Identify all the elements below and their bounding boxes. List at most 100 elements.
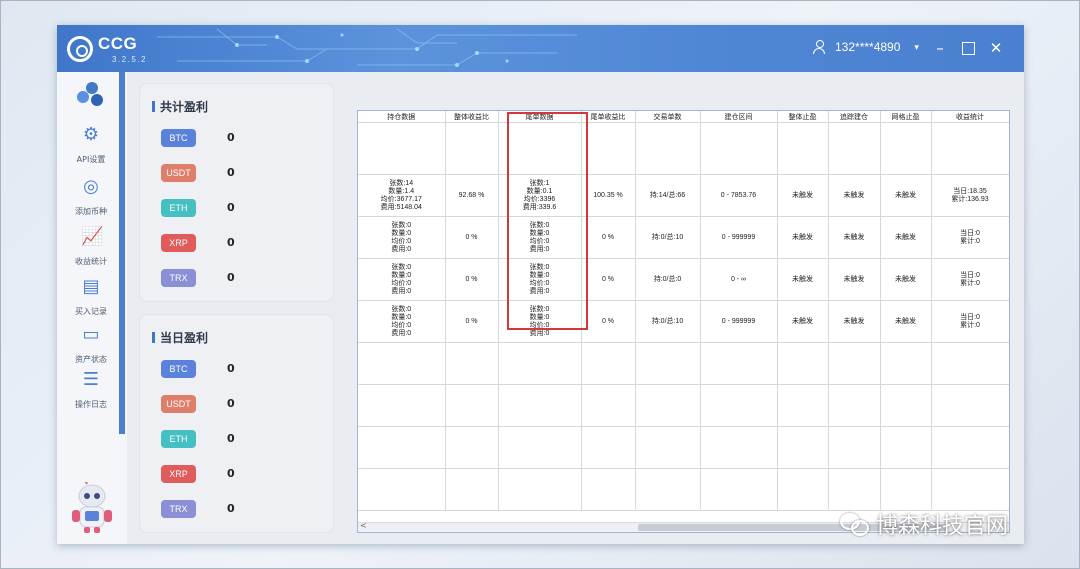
cell-line: 费用:0 [529,245,550,253]
table-cell [498,426,582,469]
cell-line: 数量:0.1 [526,187,553,195]
table-cell [635,426,701,469]
table-cell: 0 % [445,300,499,343]
column-header: 持仓数据 [358,111,446,123]
app-window: CCG 3.2.5.2 132****4890 ▾ – ✕ ⚙ API设置 ◎ 添加币… [57,25,1024,544]
table-cell [777,384,829,427]
sidebar: ⚙ API设置 ◎ 添加币种 📈 收益统计 ▤ 买入记录 ▭ 资产状态 ☰ 操作日志 [57,72,127,544]
user-icon [813,40,825,54]
table-row[interactable] [358,426,1009,469]
table-cell [581,384,636,427]
cell-line: 费用:0 [529,287,550,295]
cell-line: 张数:0 [391,305,412,313]
table-cell: 未触发 [828,258,881,301]
column-header: 尾单收益比 [581,111,636,123]
column-header: 建仓区间 [700,111,778,123]
cell-line: 累计:0 [960,237,980,245]
table-cell [445,342,499,385]
minimize-button[interactable]: – [933,37,947,61]
coin-profit-value: 0 [227,502,235,515]
table-cell [498,342,582,385]
sidebar-item-2[interactable]: 📈 收益统计 [63,227,119,268]
chevron-down-icon[interactable]: ▾ [914,42,919,53]
coin-row: USDT 0 [161,164,311,184]
coin-row: ETH 0 [161,199,311,219]
cell-line: 费用:0 [391,329,412,337]
coin-profit-value: 0 [227,271,235,284]
daily-profit-panel: 当日盈利 BTC 0 USDT 0 ETH 0 XRP 0 TRX 0 [139,314,334,533]
table-cell [931,384,1009,427]
table-cell [777,468,829,511]
cell-line: 100.35 % [593,191,623,199]
sidebar-item-5[interactable]: ☰ 操作日志 [63,370,119,411]
table-cell [777,342,829,385]
cell-line: 当日:0 [960,271,980,279]
coin-row: BTC 0 [161,129,311,149]
table-row[interactable]: 张数:0 数量:0 均价:0 费用:0 0 % 张数:0 数量:0 均价:0 费用:0 0 % 持:… [358,258,1009,301]
table-cell [880,426,932,469]
maximize-button[interactable] [961,37,975,61]
positions-table-container[interactable]: 持仓数据 整体收益比 尾单数据 尾单收益比 交易单数 建仓区间 整体止盈 追踪建仓 网格止盈 收益… [357,110,1010,533]
table-cell [635,384,701,427]
table-cell: 持:0/总:10 [635,216,701,259]
table-cell: 100.35 % [581,174,636,217]
sidebar-item-3[interactable]: ▤ 买入记录 [63,277,119,318]
table-cell: 0 - ∞ [700,258,778,301]
sidebar-item-label: 操作日志 [75,400,107,409]
table-cell: 0 % [445,216,499,259]
positions-table: 持仓数据 整体收益比 尾单数据 尾单收益比 交易单数 建仓区间 整体止盈 追踪建仓 网格止盈 收益… [358,111,1009,511]
cell-line: 未触发 [895,233,916,241]
cell-line: 张数:0 [529,263,550,271]
sidebar-item-1[interactable]: ◎ 添加币种 [63,177,119,218]
cell-line: 均价:0 [529,279,550,287]
cell-line: 数量:0 [391,313,412,321]
table-cell: 张数:14 数量:1.4 均价:3677.17 费用:5148.04 [358,174,446,217]
cell-line: 持:0/总:0 [653,275,682,283]
table-row[interactable] [358,384,1009,427]
cell-line: 费用:0 [529,329,550,337]
coin-profit-value: 0 [227,236,235,249]
cell-line: 0 - 999999 [721,317,756,325]
table-cell: 未触发 [880,174,932,217]
table-row[interactable] [358,342,1009,385]
table-cell [828,342,881,385]
column-header: 整体止盈 [777,111,829,123]
table-cell [931,468,1009,511]
cell-line: 92.68 % [458,191,485,199]
column-header: 尾单数据 [498,111,582,123]
table-row[interactable] [358,122,1009,175]
cell-line: 未触发 [792,191,813,199]
table-row[interactable]: 张数:0 数量:0 均价:0 费用:0 0 % 张数:0 数量:0 均价:0 费用:0 0 % 持:… [358,216,1009,259]
coin-badge: ETH [161,430,196,448]
sidebar-item-label: API设置 [76,155,106,164]
coin-row: USDT 0 [161,395,311,415]
table-row[interactable]: 张数:0 数量:0 均价:0 费用:0 0 % 张数:0 数量:0 均价:0 费用:0 0 % 持:… [358,300,1009,343]
table-cell: 未触发 [777,300,829,343]
title-bar: CCG 3.2.5.2 132****4890 ▾ – ✕ [57,25,1024,72]
scroll-left-icon[interactable]: < [360,521,367,530]
cell-line: 0 - ∞ [730,275,747,283]
table-cell [777,426,829,469]
table-cell: 0 % [445,258,499,301]
cell-line: 累计:136.93 [951,195,989,203]
table-row[interactable] [358,468,1009,511]
user-menu[interactable]: 132****4890 ▾ [813,40,919,54]
coin-badge: BTC [161,360,196,378]
table-cell: 0 - 999999 [700,300,778,343]
cell-line: 0 % [465,233,478,241]
table-cell: 未触发 [880,216,932,259]
cell-line: 累计:0 [960,321,980,329]
cell-line: 0 % [465,275,478,283]
sidebar-item-0[interactable]: ⚙ API设置 [63,125,119,166]
table-cell [445,426,499,469]
coin-badge: BTC [161,129,196,147]
cell-line: 未触发 [843,191,865,199]
table-row[interactable]: 张数:14 数量:1.4 均价:3677.17 费用:5148.04 92.68 % 张数… [358,174,1009,217]
add-coin-icon: ◎ [83,176,99,197]
close-button[interactable]: ✕ [989,37,1003,61]
cell-line: 持:14/总:66 [649,191,686,199]
sidebar-item-4[interactable]: ▭ 资产状态 [63,325,119,366]
table-cell [358,122,446,175]
column-header: 整体收益比 [445,111,499,123]
coin-badge: ETH [161,199,196,217]
